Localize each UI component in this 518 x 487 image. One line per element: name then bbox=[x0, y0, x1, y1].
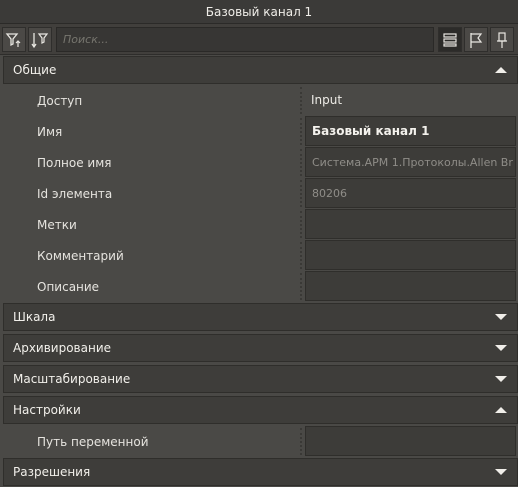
property-label: Доступ bbox=[37, 93, 83, 108]
section-label: Общие bbox=[13, 63, 57, 77]
filter-icon bbox=[5, 32, 21, 47]
name-field[interactable]: Базовый канал 1 bbox=[305, 116, 516, 146]
variable-path-field[interactable] bbox=[305, 426, 516, 456]
section-label: Архивирование bbox=[13, 341, 112, 355]
column-splitter[interactable] bbox=[300, 211, 302, 238]
search-input[interactable] bbox=[56, 27, 434, 52]
property-label: Id элемента bbox=[37, 186, 113, 201]
section-label: Масштабирование bbox=[13, 372, 131, 386]
section-scale[interactable]: Шкала bbox=[3, 303, 518, 331]
chevron-up-icon[interactable] bbox=[495, 407, 507, 413]
column-splitter[interactable] bbox=[300, 242, 302, 269]
property-row-variable-path: Путь переменной bbox=[3, 426, 518, 457]
property-row-full-name: Полное имя Система.АРМ 1.Протоколы.Allen… bbox=[3, 147, 518, 178]
property-label: Описание bbox=[37, 279, 100, 294]
section-label: Настройки bbox=[13, 403, 81, 417]
section-label: Разрешения bbox=[13, 465, 91, 479]
property-row-tags: Метки bbox=[3, 209, 518, 240]
property-row-name: Имя Базовый канал 1 bbox=[3, 116, 518, 147]
comment-field[interactable] bbox=[305, 240, 516, 270]
property-row-description: Описание bbox=[3, 271, 518, 302]
property-row-access: Доступ Input bbox=[3, 85, 518, 116]
chevron-down-icon[interactable] bbox=[495, 376, 507, 382]
column-splitter[interactable] bbox=[300, 273, 302, 300]
property-label: Путь переменной bbox=[37, 434, 149, 449]
property-row-element-id: Id элемента 80206 bbox=[3, 178, 518, 209]
chevron-down-icon[interactable] bbox=[495, 314, 507, 320]
tags-field[interactable] bbox=[305, 209, 516, 239]
toolbar bbox=[0, 24, 518, 55]
section-label: Шкала bbox=[13, 310, 56, 324]
column-splitter[interactable] bbox=[300, 118, 302, 145]
property-label: Полное имя bbox=[37, 155, 112, 170]
property-label: Метки bbox=[37, 217, 77, 232]
filter-button[interactable] bbox=[2, 27, 26, 52]
section-archiving[interactable]: Архивирование bbox=[3, 334, 518, 362]
column-splitter[interactable] bbox=[300, 428, 302, 455]
column-splitter[interactable] bbox=[300, 149, 302, 176]
full-name-field: Система.АРМ 1.Протоколы.Allen Br bbox=[305, 147, 516, 177]
list-view-button[interactable] bbox=[438, 27, 462, 52]
section-permissions[interactable]: Разрешения bbox=[3, 458, 518, 486]
property-label: Имя bbox=[37, 124, 63, 139]
pin-icon bbox=[497, 31, 507, 48]
flag-icon bbox=[470, 32, 483, 48]
column-splitter[interactable] bbox=[300, 180, 302, 207]
property-row-comment: Комментарий bbox=[3, 240, 518, 271]
sort-button[interactable] bbox=[28, 27, 52, 52]
section-scaling[interactable]: Масштабирование bbox=[3, 365, 518, 393]
element-id-field: 80206 bbox=[305, 178, 516, 208]
list-view-icon bbox=[443, 32, 457, 47]
pin-button[interactable] bbox=[490, 27, 514, 52]
sort-icon bbox=[31, 32, 49, 48]
chevron-up-icon[interactable] bbox=[495, 67, 507, 73]
section-general[interactable]: Общие bbox=[3, 56, 518, 84]
chevron-down-icon[interactable] bbox=[495, 345, 507, 351]
flag-button[interactable] bbox=[464, 27, 488, 52]
column-splitter[interactable] bbox=[300, 87, 302, 114]
property-label: Комментарий bbox=[37, 248, 124, 263]
section-settings[interactable]: Настройки bbox=[3, 396, 518, 424]
chevron-down-icon[interactable] bbox=[495, 469, 507, 475]
access-value: Input bbox=[311, 93, 343, 107]
description-field[interactable] bbox=[305, 271, 516, 301]
window-title: Базовый канал 1 bbox=[0, 0, 518, 24]
